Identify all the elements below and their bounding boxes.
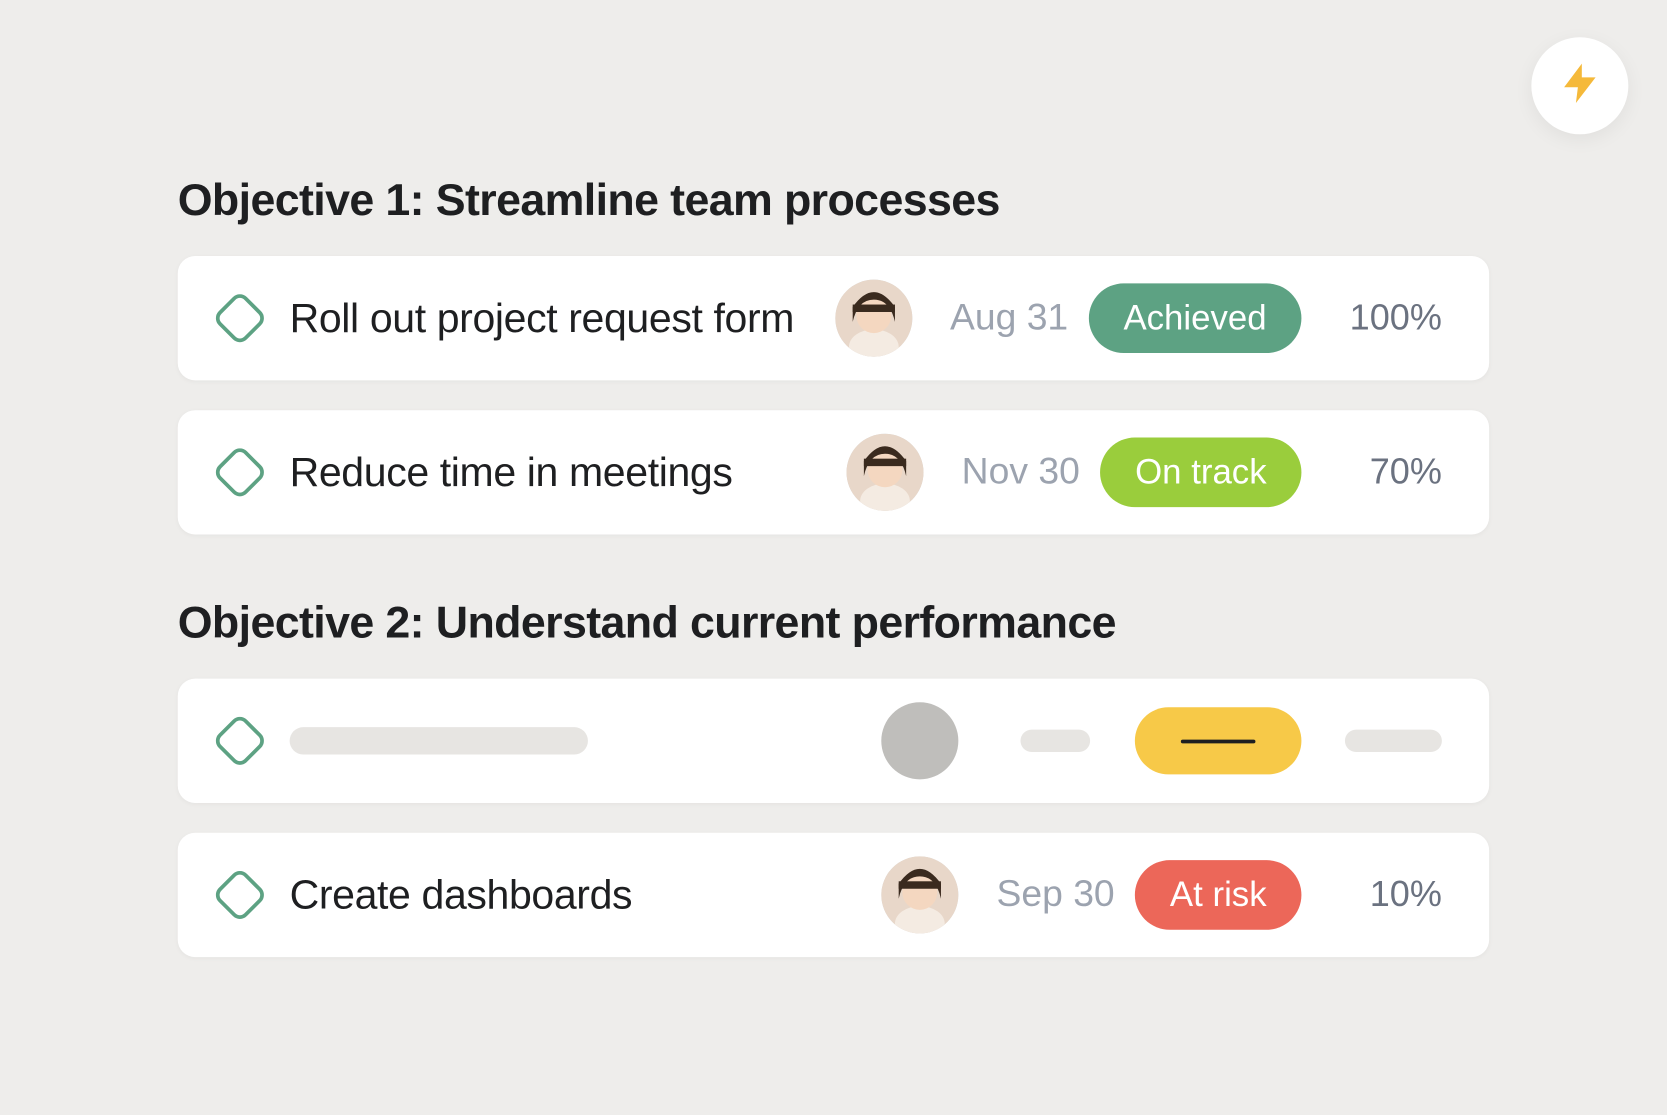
goal-diamond-icon: [210, 711, 270, 771]
placeholder-progress: [1324, 730, 1442, 752]
goal-progress: 10%: [1324, 874, 1442, 915]
goal-date: Aug 31: [935, 297, 1084, 339]
assignee-avatar[interactable]: [882, 856, 959, 933]
goal-card[interactable]: Roll out project request form Aug 31 Ach…: [178, 256, 1489, 380]
assignee-avatar[interactable]: [835, 280, 912, 357]
goal-card[interactable]: Create dashboards Sep 30 At risk 10%: [178, 833, 1489, 957]
goal-progress: 70%: [1324, 452, 1442, 493]
placeholder-date: [981, 730, 1130, 752]
goal-name: Reduce time in meetings: [290, 449, 822, 496]
objective-block: Objective 1: Streamline team processes R…: [178, 174, 1489, 534]
ai-lightning-badge[interactable]: [1531, 37, 1628, 134]
placeholder-avatar: [881, 702, 958, 779]
objective-title: Objective 1: Streamline team processes: [178, 174, 1489, 226]
goal-diamond-icon: [210, 865, 270, 925]
goal-card-placeholder: [178, 679, 1489, 803]
goal-progress: 100%: [1324, 298, 1442, 339]
goal-card[interactable]: Reduce time in meetings Nov 30 On track …: [178, 410, 1489, 534]
status-badge-pending: [1135, 707, 1302, 774]
goal-date: Sep 30: [981, 874, 1130, 916]
lightning-icon: [1556, 59, 1603, 112]
status-badge-achieved: Achieved: [1089, 283, 1302, 353]
goal-name: Create dashboards: [290, 871, 857, 918]
goal-name: Roll out project request form: [290, 295, 811, 342]
status-badge-atrisk: At risk: [1135, 860, 1301, 930]
objectives-list: Objective 1: Streamline team processes R…: [178, 174, 1489, 1019]
goal-date: Nov 30: [946, 451, 1095, 493]
goal-diamond-icon: [210, 443, 270, 503]
status-badge-ontrack: On track: [1100, 438, 1301, 508]
assignee-avatar[interactable]: [847, 434, 924, 511]
goal-diamond-icon: [210, 288, 270, 348]
objective-title: Objective 2: Understand current performa…: [178, 597, 1489, 649]
objective-block: Objective 2: Understand current performa…: [178, 597, 1489, 957]
placeholder-name: [290, 727, 588, 754]
